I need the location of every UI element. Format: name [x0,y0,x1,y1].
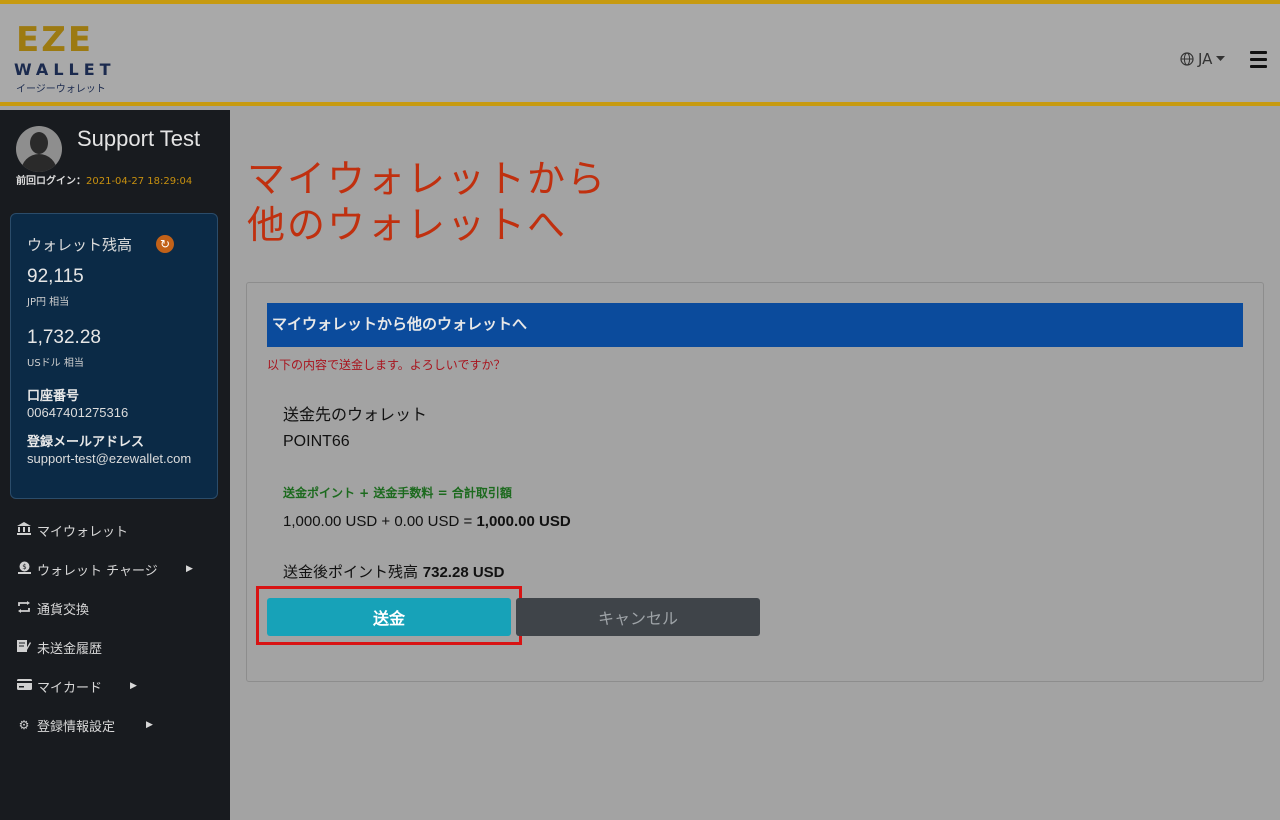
email-value: support-test@ezewallet.com [27,451,192,466]
caret-right-icon: ▶ [146,720,153,730]
svg-text:$: $ [22,563,26,571]
sidebar-item-label: マイカード [37,680,103,696]
last-login-label: 前回ログイン： [16,176,86,187]
history-edit-icon [16,639,32,655]
confirm-message: 以下の内容で送金します。よろしいですか？ [267,358,506,372]
caret-down-icon [1216,56,1226,61]
user-name: Support Test [77,126,201,151]
language-selector[interactable]: JA [1180,50,1226,68]
sidebar-item-wallet-charge[interactable]: $ ウォレット チャージ ▶ [16,557,216,581]
eze-wallet-logo[interactable]: EZE WALLET イージーウォレット [14,20,114,96]
sidebar-item-label: 未送金履歴 [37,641,103,657]
destination-wallet-value: POINT66 [283,433,350,450]
sidebar-item-currency-exchange[interactable]: 通貨交換 [16,596,216,620]
jpy-unit: JP円 相当 [27,297,70,308]
destination-wallet-label: 送金先のウォレット [283,405,428,424]
hamburger-icon[interactable] [1250,51,1267,72]
usd-unit: USドル 相当 [27,358,84,369]
sidebar-item-label: ウォレット チャージ [37,563,158,579]
language-label: JA [1198,50,1213,68]
credit-card-icon [16,679,32,693]
sidebar-item-my-wallet[interactable]: マイウォレット [16,518,216,542]
balance-after-transfer: 送金後ポイント残高 732.28 USD [283,561,505,582]
exchange-icon [16,600,32,616]
account-number: 00647401275316 [27,405,129,420]
formula-amount: 1,000.00 USD + 0.00 USD = [283,513,477,530]
cancel-button[interactable]: キャンセル [516,598,760,636]
avatar [16,126,62,172]
usd-amount: 1,732.28 [27,327,101,348]
logo-kana-text: イージーウォレット [16,84,106,95]
balance-after-value: 732.28 USD [422,564,505,581]
panel-header: マイウォレットから他のウォレットへ [267,303,1243,347]
logo-wallet-text: WALLET [14,60,116,79]
balance-after-label: 送金後ポイント残高 [283,563,423,581]
sidebar-item-label: 通貨交換 [37,602,90,618]
coin-upload-icon: $ [16,561,32,577]
sidebar-item-unsent-history[interactable]: 未送金履歴 [16,635,216,659]
sidebar: Support Test 前回ログイン：2021-04-27 18:29:04 … [0,110,230,820]
sidebar-item-label: 登録情報設定 [37,719,116,735]
wallet-balance-title: ウォレット残高 [27,236,133,254]
send-button[interactable]: 送金 [267,598,511,636]
formula-label: 送金ポイント + 送金手数料 = 合計取引額 [283,486,512,500]
globe-icon [1180,52,1194,66]
sidebar-item-account-settings[interactable]: ⚙ 登録情報設定 ▶ [16,713,216,737]
sidebar-item-label: マイウォレット [37,524,129,540]
gear-icon: ⚙ [18,718,30,732]
refresh-icon[interactable]: ↻ [156,235,174,253]
page-title: マイウォレットから 他のウォレットへ [247,156,607,248]
last-login-time: 2021-04-27 18:29:04 [86,176,193,187]
formula-total: 1,000.00 USD [476,513,571,530]
page-title-line-1: マイウォレットから [247,157,608,201]
logo-wordmark: EZE [16,20,94,60]
jpy-amount: 92,115 [27,266,84,287]
caret-right-icon: ▶ [130,681,137,691]
last-login: 前回ログイン：2021-04-27 18:29:04 [16,172,192,187]
wallet-balance-card: ウォレット残高 ↻ 92,115 JP円 相当 1,732.28 USドル 相当… [10,213,218,499]
email-label: 登録メールアドレス [27,435,145,450]
sidebar-item-my-card[interactable]: マイカード ▶ [16,674,216,698]
transfer-confirm-panel: マイウォレットから他のウォレットへ 以下の内容で送金します。よろしいですか？ 送… [246,282,1264,682]
formula-value: 1,000.00 USD + 0.00 USD = 1,000.00 USD [283,513,571,530]
bank-icon [16,522,32,538]
top-header: EZE WALLET イージーウォレット JA [0,0,1280,106]
account-number-label: 口座番号 [27,389,80,404]
page-title-line-2: 他のウォレットへ [247,203,568,247]
caret-right-icon: ▶ [186,564,193,574]
